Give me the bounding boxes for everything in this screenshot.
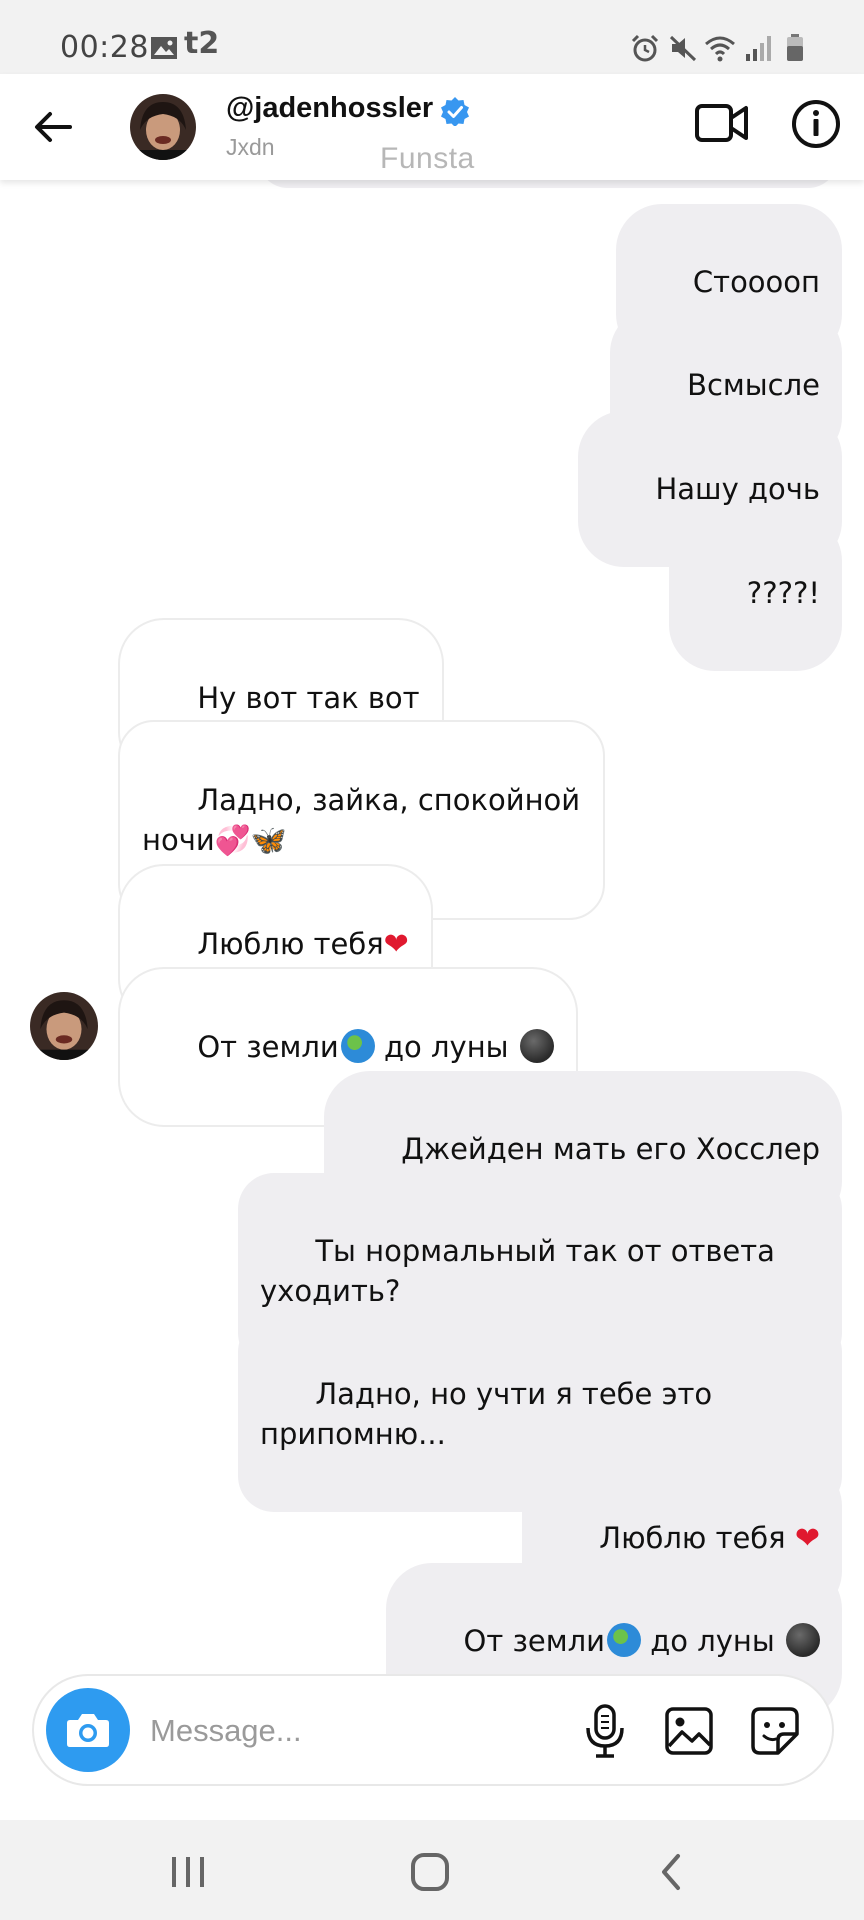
- wifi-icon: [705, 36, 735, 62]
- status-time: 00:28: [60, 30, 149, 65]
- avatar-photo: [30, 992, 98, 1060]
- chat-header: @jadenhossler Jxdn Funsta: [0, 74, 864, 180]
- info-icon[interactable]: [790, 98, 842, 150]
- message-text: От земли: [463, 1624, 605, 1658]
- message-text: Всмысле: [687, 368, 820, 402]
- message-text: ????!: [746, 576, 820, 610]
- hearts-butterfly-emoji: 💞🦋: [214, 823, 287, 857]
- carrier-label: t2: [184, 26, 220, 61]
- moon-emoji: [519, 1029, 554, 1063]
- message-text: Люблю тебя: [197, 927, 384, 961]
- camera-icon: [67, 1714, 109, 1747]
- home-icon[interactable]: [410, 1852, 450, 1892]
- message-text: Ты нормальный так от ответа уходить?: [260, 1234, 775, 1308]
- message-text: до луны: [640, 1624, 784, 1658]
- status-bar: 00:28 t2: [0, 0, 864, 74]
- sticker-icon[interactable]: [750, 1706, 800, 1756]
- message-text: Люблю тебя: [599, 1521, 795, 1555]
- message-text: Ладно, но учти я тебе это припомню...: [260, 1377, 713, 1451]
- chat-username[interactable]: @jadenhossler: [226, 92, 433, 125]
- gallery-notification-icon: [151, 37, 177, 59]
- heart-emoji: ❤: [383, 927, 409, 962]
- system-nav-bar: [0, 1820, 864, 1920]
- camera-button[interactable]: [46, 1688, 130, 1772]
- chat-subtitle: Jxdn: [226, 134, 275, 160]
- message-text: Ладно, зайка, спокойной ночи: [142, 783, 581, 857]
- message-text: Стоoooп: [692, 265, 820, 299]
- message-composer: [32, 1674, 834, 1786]
- sender-avatar[interactable]: [30, 992, 98, 1060]
- back-arrow-icon[interactable]: [30, 104, 76, 150]
- message-text: Нашу дочь: [655, 472, 820, 506]
- alarm-icon: [631, 34, 659, 62]
- heart-emoji: ❤: [794, 1521, 820, 1556]
- video-call-icon[interactable]: [694, 98, 750, 148]
- gallery-icon[interactable]: [664, 1706, 714, 1756]
- signal-icon: [746, 36, 771, 61]
- avatar-photo: [130, 94, 196, 160]
- battery-icon: [787, 34, 803, 61]
- message-bubble-outgoing[interactable]: ????!: [669, 515, 842, 671]
- avatar[interactable]: [130, 94, 196, 160]
- recent-apps-icon[interactable]: [168, 1854, 208, 1890]
- message-text: Ну вот так вот: [197, 681, 420, 715]
- earth-emoji: [606, 1623, 641, 1657]
- mute-icon: [669, 35, 697, 62]
- message-text: От земли: [197, 1030, 339, 1064]
- message-input[interactable]: [150, 1708, 450, 1754]
- message-text: до луны: [374, 1030, 518, 1064]
- message-text: Джейден мать его Хосслер: [401, 1132, 820, 1166]
- earth-emoji: [340, 1029, 375, 1063]
- microphone-icon[interactable]: [582, 1704, 628, 1758]
- nav-back-icon[interactable]: [656, 1852, 686, 1892]
- moon-emoji: [786, 1623, 820, 1657]
- watermark: Funsta: [380, 142, 475, 175]
- verified-badge-icon: [441, 97, 469, 126]
- chat-screen: 00:28 t2 @jadenhossler Jxdn Funsta Стоoo…: [0, 0, 864, 1920]
